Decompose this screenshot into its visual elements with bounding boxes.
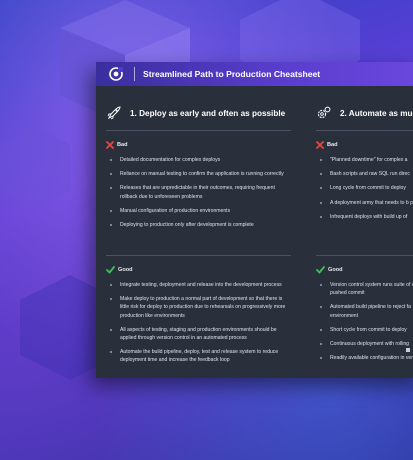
good-practices: Good Integrate testing, deployment and r… [106, 265, 291, 365]
x-mark-icon [316, 141, 324, 149]
section-deploy-early: 1. Deploy as early and often as possible… [106, 102, 291, 365]
good-label: Good [328, 267, 343, 273]
logo-icon [106, 64, 126, 84]
list-item: Bash scripts and raw SQL run direc [316, 170, 413, 178]
bad-practices: Bad "Planned downtime" for complex a Bas… [316, 140, 413, 247]
list-item: Manual configuration of production envir… [106, 207, 291, 215]
good-label-row: Good [316, 265, 413, 275]
list-item: Releases that are unpredictable in their… [106, 184, 291, 200]
page-corner-mark [406, 348, 410, 352]
section-title: 1. Deploy as early and often as possible [130, 108, 286, 118]
gears-icon [316, 105, 332, 121]
list-item: Readily available configuration in ver [316, 354, 413, 362]
bad-practices: Bad Detailed documentation for complex d… [106, 140, 291, 247]
bad-label-row: Bad [106, 140, 291, 150]
list-item: Detailed documentation for complex deplo… [106, 156, 291, 164]
section-automate: 2. Automate as much a Bad "Planned downt… [316, 102, 413, 362]
list-item: Infrequent deploys with build up of [316, 213, 413, 221]
list-item: A deployment army that needs to b produc… [316, 199, 413, 207]
section-divider [106, 255, 291, 256]
section-header: 2. Automate as much a [316, 102, 413, 124]
list-item: Long cycle from commit to deploy [316, 184, 413, 192]
list-item: "Planned downtime" for complex a [316, 156, 413, 164]
header-divider [134, 67, 135, 81]
bad-label: Bad [327, 142, 338, 148]
bad-label-row: Bad [316, 140, 413, 150]
list-item: Reliance on manual testing to confirm th… [106, 170, 291, 178]
list-item: Automated build pipeline to reject fa en… [316, 303, 413, 319]
bad-label: Bad [117, 142, 128, 148]
section-header: 1. Deploy as early and often as possible [106, 102, 291, 124]
good-label-row: Good [106, 265, 291, 275]
list-item: Continuous deployment with rolling [316, 340, 413, 348]
list-item: Automate the build pipeline, deploy, tes… [106, 348, 291, 364]
check-mark-icon [106, 266, 115, 274]
section-title: 2. Automate as much a [340, 108, 413, 118]
list-item: All aspects of testing, staging and prod… [106, 326, 291, 342]
list-item: Version control system runs suite of eac… [316, 281, 413, 297]
good-label: Good [118, 267, 133, 273]
good-practices: Good Version control system runs suite o… [316, 265, 413, 362]
x-mark-icon [106, 141, 114, 149]
cheatsheet-card: Streamlined Path to Production Cheatshee… [96, 62, 413, 378]
section-divider [316, 255, 413, 256]
section-divider [106, 130, 291, 131]
cheatsheet-header: Streamlined Path to Production Cheatshee… [96, 62, 413, 86]
rocket-icon [106, 105, 122, 121]
good-list: Version control system runs suite of eac… [316, 281, 413, 362]
check-mark-icon [316, 266, 325, 274]
list-item: Short cycle from commit to deploy [316, 326, 413, 334]
list-item: Make deploy to production a normal part … [106, 295, 291, 320]
cheatsheet-title: Streamlined Path to Production Cheatshee… [143, 69, 321, 79]
bad-list: "Planned downtime" for complex a Bash sc… [316, 156, 413, 221]
section-divider [316, 130, 413, 131]
good-list: Integrate testing, deployment and releas… [106, 281, 291, 365]
bad-list: Detailed documentation for complex deplo… [106, 156, 291, 229]
list-item: Integrate testing, deployment and releas… [106, 281, 291, 289]
list-item: Deploying to production only after devel… [106, 221, 291, 229]
